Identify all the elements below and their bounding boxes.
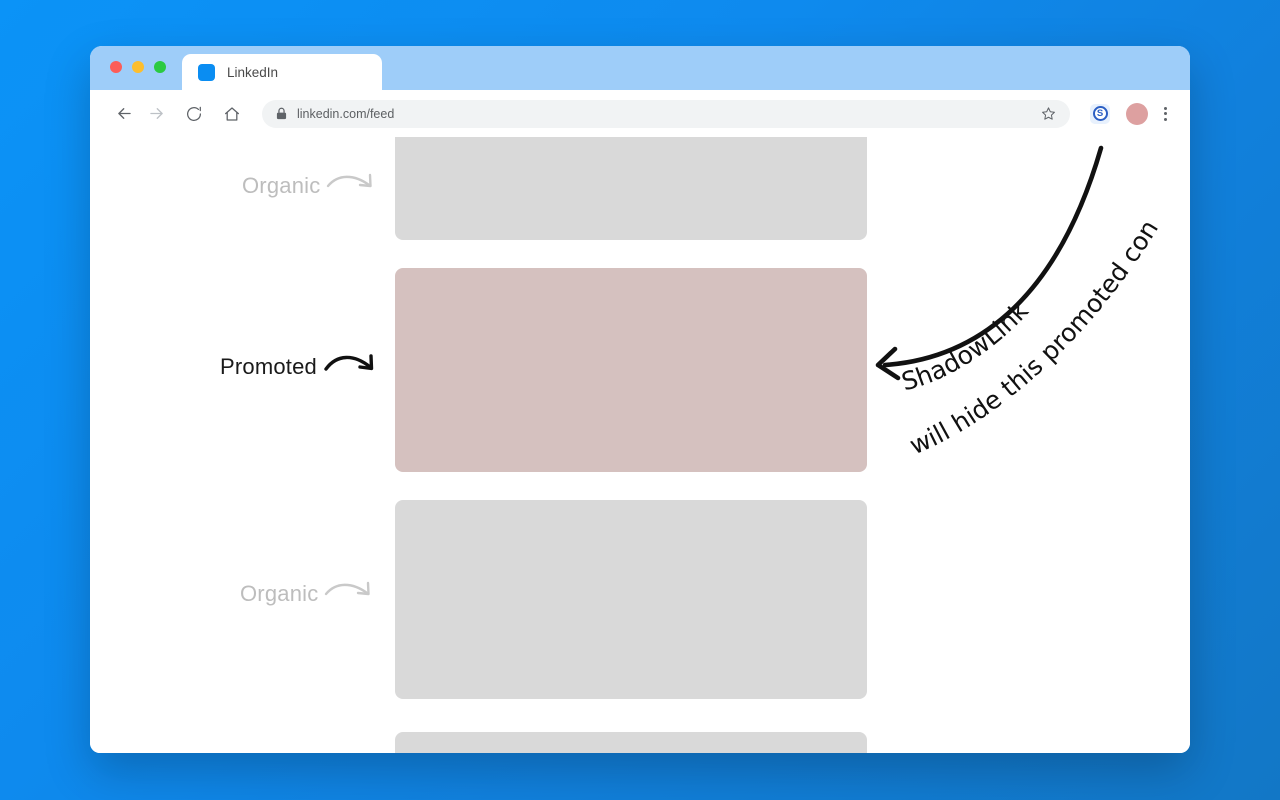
url-text: linkedin.com/feed (297, 106, 395, 121)
browser-window: LinkedIn linkedin.com/feed S Organic Pro… (90, 46, 1190, 753)
address-bar[interactable]: linkedin.com/feed (262, 99, 1070, 128)
lock-icon (276, 107, 287, 120)
browser-tab-linkedin[interactable]: LinkedIn (182, 54, 382, 90)
linkedin-favicon-icon (198, 63, 215, 81)
extension-letter: S (1092, 106, 1108, 121)
home-icon[interactable] (216, 98, 248, 130)
tab-title: LinkedIn (227, 64, 279, 80)
annotation-organic-bottom-label: Organic (240, 581, 319, 606)
feed-post-promoted[interactable] (395, 268, 867, 472)
maximize-window-button[interactable] (154, 61, 166, 73)
annotation-organic-top: Organic (242, 169, 380, 203)
browser-tab-strip: LinkedIn (90, 46, 1190, 90)
callout-line-1: ShadowLink (898, 296, 1034, 397)
callout-arrow-head (875, 346, 901, 381)
page-viewport: Organic Promoted Organic ShadowLink will… (90, 137, 1190, 753)
annotation-promoted: Promoted (220, 349, 381, 385)
back-arrow-icon[interactable] (108, 98, 140, 130)
feed-post-organic-bottom[interactable] (395, 732, 867, 753)
callout-arrow-curve (882, 145, 1104, 368)
window-traffic-lights (110, 61, 166, 73)
profile-avatar[interactable] (1126, 102, 1148, 125)
close-window-button[interactable] (110, 61, 122, 73)
browser-toolbar: linkedin.com/feed S (90, 90, 1190, 137)
minimize-window-button[interactable] (132, 61, 144, 73)
feed-post-organic-top[interactable] (395, 137, 867, 240)
star-icon[interactable] (1041, 106, 1058, 121)
annotation-organic-top-label: Organic (242, 173, 321, 198)
forward-arrow-icon[interactable] (140, 98, 172, 130)
three-dot-menu-icon[interactable] (1154, 103, 1176, 125)
feed-post-organic-middle[interactable] (395, 500, 867, 699)
annotation-promoted-label: Promoted (220, 354, 317, 379)
reload-icon[interactable] (178, 98, 210, 130)
annotation-organic-bottom: Organic (240, 577, 378, 611)
desktop-background: LinkedIn linkedin.com/feed S Organic Pro… (0, 0, 1280, 800)
shadowlink-extension-icon[interactable]: S (1090, 103, 1110, 124)
